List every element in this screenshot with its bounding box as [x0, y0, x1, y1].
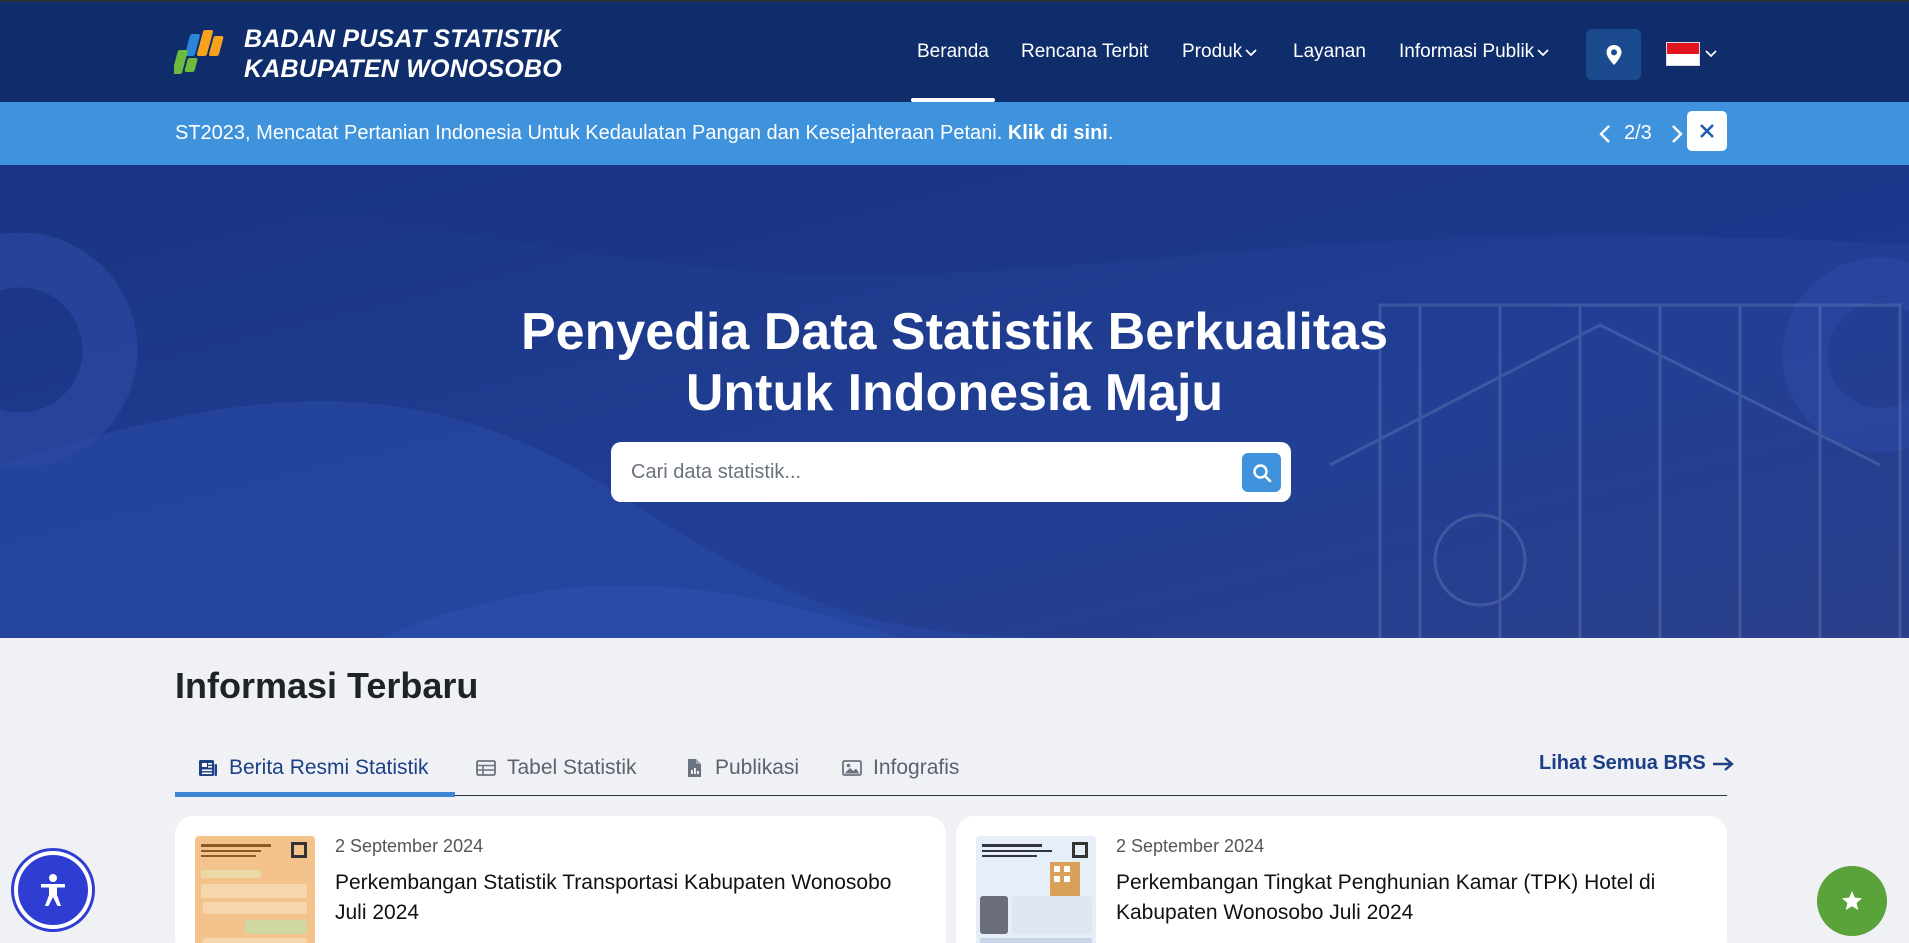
hero-section: Penyedia Data Statistik Berkualitas Untu… [0, 165, 1909, 638]
nav-label: Beranda [917, 41, 989, 62]
nav-beranda[interactable]: Beranda [911, 2, 995, 102]
news-card[interactable]: 2 September 2024 Perkembangan Statistik … [175, 816, 946, 943]
search-icon [1252, 463, 1271, 482]
chevron-right-icon[interactable] [1664, 122, 1688, 146]
main-nav: Beranda Rencana Terbit Produk Layanan In… [0, 2, 1909, 102]
favorite-button[interactable] [1817, 866, 1887, 936]
tab-label: Tabel Statistik [507, 756, 637, 779]
search-input[interactable] [631, 442, 1221, 502]
nav-label: Rencana Terbit [1021, 41, 1149, 62]
search-button[interactable] [1242, 453, 1281, 492]
hero-title-line-1: Penyedia Data Statistik Berkualitas [520, 303, 1389, 361]
nav-informasi-publik[interactable]: Informasi Publik [1399, 2, 1549, 102]
announcement-bar: ST2023, Mencatat Pertanian Indonesia Unt… [0, 102, 1909, 165]
newspaper-icon [199, 760, 217, 776]
announcement-text: ST2023, Mencatat Pertanian Indonesia Unt… [175, 122, 1113, 145]
chevron-down-icon[interactable] [1704, 48, 1718, 60]
accessibility-button[interactable] [14, 851, 92, 929]
nav-layanan[interactable]: Layanan [1293, 2, 1366, 102]
announcement-suffix: . [1107, 122, 1114, 144]
close-icon [1700, 124, 1714, 138]
nav-label: Informasi Publik [1399, 41, 1535, 62]
see-all-label: Lihat Semua BRS [1539, 752, 1706, 774]
table-icon [476, 760, 496, 776]
announcement-message: ST2023, Mencatat Pertanian Indonesia Unt… [175, 122, 1003, 144]
chevron-left-icon[interactable] [1594, 122, 1618, 146]
chevron-down-icon [1537, 49, 1549, 57]
active-tab-indicator [175, 792, 455, 797]
location-button[interactable] [1586, 29, 1641, 80]
news-date: 2 September 2024 [335, 836, 484, 856]
hero-title: Penyedia Data Statistik Berkualitas Untu… [0, 302, 1909, 424]
tab-label: Infografis [873, 756, 960, 779]
hero-title-line-2: Untuk Indonesia Maju [685, 364, 1224, 422]
tab-tabel-statistik[interactable]: Tabel Statistik [475, 740, 637, 796]
nav-produk[interactable]: Produk [1182, 2, 1257, 102]
arrow-right-icon [1712, 756, 1734, 771]
nav-label: Layanan [1293, 41, 1366, 62]
search-box [611, 442, 1291, 502]
indonesia-flag-icon[interactable] [1666, 42, 1700, 66]
news-title[interactable]: Perkembangan Statistik Transportasi Kabu… [335, 868, 925, 928]
tab-label: Berita Resmi Statistik [229, 756, 429, 779]
close-announcement-button[interactable] [1687, 111, 1727, 151]
latest-tabs: Berita Resmi Statistik Tabel Statistik P… [175, 740, 1727, 797]
map-pin-icon [1606, 44, 1621, 65]
news-title[interactable]: Perkembangan Tingkat Penghunian Kamar (T… [1116, 868, 1706, 928]
nav-label: Produk [1182, 41, 1243, 62]
tab-publikasi[interactable]: Publikasi [683, 740, 799, 796]
chevron-down-icon [1245, 49, 1257, 57]
accessibility-icon [41, 874, 65, 906]
tab-berita-resmi-statistik[interactable]: Berita Resmi Statistik [197, 740, 429, 796]
announcement-link[interactable]: Klik di sini [1008, 122, 1108, 144]
news-thumbnail [976, 836, 1096, 943]
announcement-counter: 2/3 [1624, 122, 1652, 144]
nav-rencana-terbit[interactable]: Rencana Terbit [1021, 2, 1148, 102]
section-heading: Informasi Terbaru [175, 665, 479, 706]
news-card[interactable]: 2 September 2024 Perkembangan Tingkat Pe… [956, 816, 1727, 943]
tab-infografis[interactable]: Infografis [841, 740, 959, 796]
news-thumbnail [195, 836, 315, 943]
news-date: 2 September 2024 [1116, 836, 1265, 856]
document-icon [688, 759, 701, 777]
see-all-link[interactable]: Lihat Semua BRS [1539, 752, 1734, 775]
star-icon [1842, 891, 1862, 910]
tab-label: Publikasi [715, 756, 800, 779]
image-icon [842, 760, 862, 776]
